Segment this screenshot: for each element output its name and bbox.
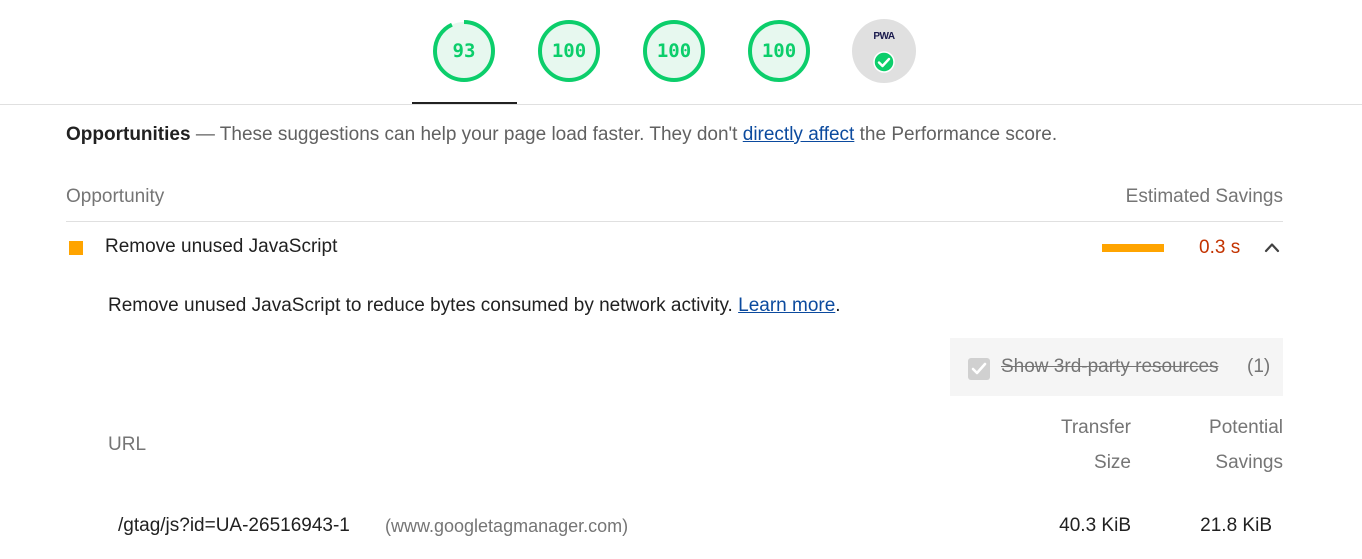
transfer-header-line-1: Transfer bbox=[1060, 417, 1131, 438]
savings-bar bbox=[1102, 244, 1164, 252]
header-divider bbox=[0, 104, 1362, 105]
potential-header-line-1: Potential bbox=[1209, 417, 1283, 438]
third-party-checkbox[interactable] bbox=[968, 358, 990, 380]
gauge-score: 100 bbox=[551, 40, 587, 62]
accessibility-gauge[interactable]: 100 bbox=[537, 19, 601, 83]
url-column-header: URL bbox=[108, 434, 147, 455]
transfer-header-line-2: Size bbox=[1094, 452, 1131, 473]
gauge-score: 100 bbox=[761, 40, 797, 62]
audit-description-text: Remove unused JavaScript to reduce bytes… bbox=[108, 295, 739, 316]
potential-header-line-2: Savings bbox=[1215, 452, 1283, 473]
gauge-score: 93 bbox=[452, 40, 476, 62]
header-dash: — bbox=[190, 124, 220, 145]
chevron-up-icon[interactable] bbox=[1263, 240, 1281, 254]
audit-description: Remove unused JavaScript to reduce bytes… bbox=[108, 295, 841, 317]
potential-savings-value: 21.8 KiB bbox=[1200, 515, 1272, 536]
resource-url[interactable]: /gtag/js?id=UA-26516943-1 bbox=[118, 515, 350, 537]
opportunities-description: These suggestions can help your page loa… bbox=[219, 124, 743, 145]
best-practices-gauge[interactable]: 100 bbox=[642, 19, 706, 83]
seo-gauge[interactable]: 100 bbox=[747, 19, 811, 83]
row-divider bbox=[66, 221, 1283, 222]
pwa-label: PWA bbox=[873, 31, 895, 42]
gauge-score: 100 bbox=[656, 40, 692, 62]
category-gauges: 93 100 100 100 PWA bbox=[0, 0, 1362, 104]
third-party-filter[interactable]: Show 3rd-party resources (1) bbox=[950, 338, 1283, 396]
third-party-count: (1) bbox=[1247, 356, 1271, 377]
performance-gauge[interactable]: 93 bbox=[432, 19, 496, 83]
audit-title[interactable]: Remove unused JavaScript bbox=[105, 236, 337, 258]
resource-host: (www.googletagmanager.com) bbox=[385, 516, 629, 536]
average-score-square-icon bbox=[69, 241, 83, 255]
third-party-label[interactable]: Show 3rd-party resources bbox=[1001, 356, 1219, 378]
transfer-size-value: 40.3 KiB bbox=[1059, 515, 1131, 536]
estimated-savings-column-header: Estimated Savings bbox=[1125, 186, 1283, 207]
savings-value: 0.3 s bbox=[1199, 237, 1241, 258]
directly-affect-link[interactable]: directly affect bbox=[743, 124, 855, 145]
audit-description-end: . bbox=[835, 295, 841, 316]
opportunities-header: Opportunities — These suggestions can he… bbox=[66, 124, 1057, 146]
transfer-size-column-header: Transfer Size bbox=[1061, 410, 1131, 480]
opportunity-column-header: Opportunity bbox=[66, 186, 165, 207]
checkmark-icon bbox=[971, 362, 987, 375]
pwa-badge[interactable]: PWA bbox=[852, 19, 916, 83]
learn-more-link[interactable]: Learn more bbox=[738, 295, 835, 316]
opportunities-description-end: the Performance score. bbox=[854, 124, 1058, 145]
opportunities-title: Opportunities bbox=[66, 124, 191, 145]
potential-savings-column-header: Potential Savings bbox=[1209, 410, 1283, 480]
check-icon bbox=[873, 51, 895, 73]
